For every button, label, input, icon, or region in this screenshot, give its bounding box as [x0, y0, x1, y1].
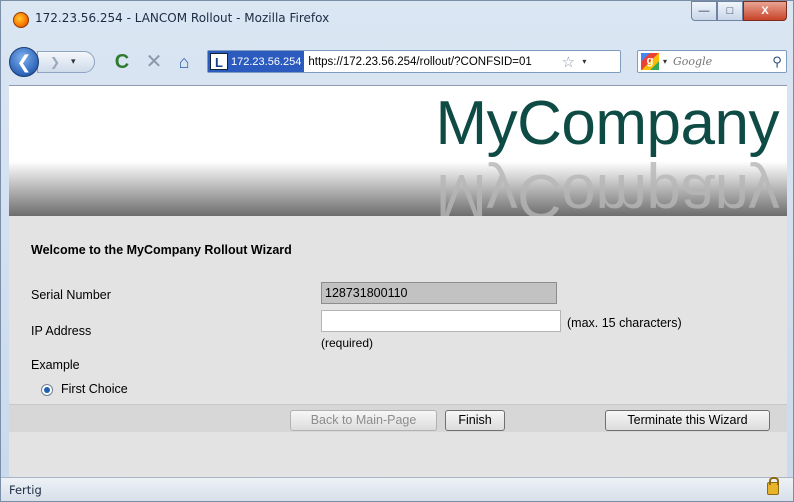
stop-icon[interactable]: ✕ — [143, 51, 165, 73]
first-choice-label[interactable]: First Choice — [61, 382, 128, 396]
title-bar[interactable]: 172.23.56.254 - LANCOM Rollout - Mozilla… — [1, 1, 793, 35]
minimize-button[interactable]: — — [691, 1, 717, 21]
page-title: Welcome to the MyCompany Rollout Wizard — [31, 243, 292, 257]
navigation-toolbar: ❯ ▾ ❮ C ✕ ⌂ L 172.23.56.254 https://172.… — [9, 47, 787, 77]
example-label: Example — [31, 358, 80, 372]
forward-button[interactable]: ❯ — [37, 51, 95, 73]
window-controls: — □ X — [691, 1, 787, 21]
lock-icon[interactable] — [767, 477, 779, 495]
back-to-main-page-button[interactable]: Back to Main-Page — [290, 410, 437, 431]
search-engine-icon[interactable]: g — [641, 53, 659, 70]
serial-number-field: 128731800110 — [321, 282, 557, 304]
url-text[interactable]: https://172.23.56.254/rollout/?CONFSID=0… — [304, 56, 559, 68]
finish-button[interactable]: Finish — [445, 410, 505, 431]
ip-address-input[interactable] — [321, 310, 561, 332]
home-icon[interactable]: ⌂ — [173, 51, 195, 73]
first-choice-radio[interactable] — [41, 384, 53, 396]
serial-number-label: Serial Number — [31, 288, 111, 302]
back-icon: ❮ — [16, 52, 32, 72]
site-identity-label: 172.23.56.254 — [231, 55, 302, 68]
firefox-icon — [13, 12, 29, 28]
ip-address-required-note: (required) — [321, 336, 374, 350]
site-favicon-icon: L — [210, 53, 228, 70]
search-input[interactable] — [671, 52, 768, 71]
history-dropdown-icon[interactable]: ▾ — [71, 51, 76, 71]
reload-icon[interactable]: C — [111, 51, 133, 73]
company-logo: MyCompany — [435, 89, 780, 158]
close-button[interactable]: X — [743, 1, 787, 21]
button-row: Back to Main-Page Finish Terminate this … — [9, 404, 787, 432]
browser-window: 172.23.56.254 - LANCOM Rollout - Mozilla… — [0, 0, 794, 502]
url-dropdown-icon[interactable]: ▾ — [577, 57, 591, 66]
window-title: 172.23.56.254 - LANCOM Rollout - Mozilla… — [35, 11, 330, 25]
company-banner: MyCompany MyCompany — [9, 86, 787, 216]
ip-address-label: IP Address — [31, 324, 92, 338]
rollout-form: Welcome to the MyCompany Rollout Wizard … — [9, 216, 787, 477]
status-text: Fertig — [9, 483, 42, 497]
url-bar[interactable]: L 172.23.56.254 https://172.23.56.254/ro… — [207, 50, 621, 73]
forward-icon: ❯ — [50, 55, 61, 69]
star-icon[interactable]: ☆ — [559, 53, 577, 71]
page-content: MyCompany MyCompany Welcome to the MyCom… — [9, 85, 787, 477]
ip-address-hint: (max. 15 characters) — [567, 316, 682, 330]
maximize-button[interactable]: □ — [717, 1, 743, 21]
back-button[interactable]: ❮ — [9, 47, 39, 77]
search-icon[interactable]: ⚲ — [768, 54, 786, 70]
terminate-wizard-button[interactable]: Terminate this Wizard — [605, 410, 770, 431]
site-identity-button[interactable]: L 172.23.56.254 — [208, 51, 305, 72]
status-bar: Fertig — [1, 477, 793, 501]
search-engine-dropdown-icon[interactable]: ▾ — [659, 57, 671, 66]
search-box: g ▾ ⚲ — [637, 50, 787, 73]
company-logo-reflection: MyCompany — [435, 161, 780, 216]
